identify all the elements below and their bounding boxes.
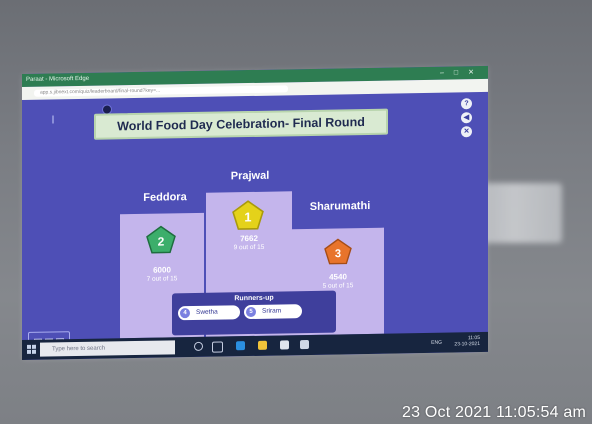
podium-score-first: 7662: [240, 233, 258, 244]
svg-text:3: 3: [335, 248, 341, 260]
taskbar-search-input[interactable]: Type here to search: [40, 340, 175, 357]
runner-up-item: 4 Swetha: [178, 305, 240, 321]
close-icon[interactable]: ✕: [468, 69, 484, 76]
podium-score-second: 6000: [153, 265, 171, 275]
runner-up-name: Sriram: [262, 307, 282, 315]
podium-score-third: 4540: [329, 272, 347, 282]
maximize-icon[interactable]: □: [454, 69, 468, 76]
edge-icon[interactable]: [236, 341, 245, 351]
runner-up-item: 5 Sriram: [244, 304, 302, 320]
task-view-icon[interactable]: [212, 341, 223, 353]
file-explorer-icon[interactable]: [258, 340, 267, 350]
runners-up-panel: Runners-up 4 Swetha 5 Sriram: [172, 290, 336, 336]
windows-start-icon[interactable]: [27, 344, 36, 354]
second-place-badge-icon: 2: [146, 225, 176, 254]
podium-detail-first: 9 out of 15: [233, 243, 265, 252]
quiz-leaderboard: World Food Day Celebration- Final Round …: [22, 92, 488, 356]
page-title: World Food Day Celebration- Final Round: [94, 108, 388, 140]
first-place-badge-icon: 1: [232, 200, 264, 230]
help-icon[interactable]: ?: [461, 98, 472, 110]
podium-name-third: Sharumathi: [309, 199, 371, 213]
svg-text:2: 2: [158, 235, 165, 249]
mail-icon[interactable]: [300, 339, 309, 350]
third-place-badge-icon: 3: [324, 238, 352, 265]
podium-name-first: Prajwal: [230, 169, 270, 183]
minimize-icon[interactable]: –: [440, 69, 454, 76]
cortana-icon[interactable]: [194, 341, 203, 351]
runner-up-name: Swetha: [196, 308, 218, 316]
runners-up-heading: Runners-up: [234, 294, 274, 303]
clock-date: 23-10-2021: [454, 341, 480, 348]
tray-language[interactable]: ENG: [431, 340, 442, 346]
window-title: Paraat - Microsoft Edge: [26, 75, 90, 83]
podium-detail-second: 7 out of 15: [146, 275, 178, 283]
projected-screen: Paraat - Microsoft Edge –□✕ app.s.jibnex…: [22, 65, 488, 360]
back-icon[interactable]: ◀: [461, 112, 472, 124]
cursor-mark: [52, 115, 54, 124]
podium-detail-third: 5 out of 15: [322, 282, 354, 290]
store-icon[interactable]: [280, 340, 289, 350]
svg-text:1: 1: [244, 209, 251, 224]
exit-icon[interactable]: ✕: [461, 126, 472, 138]
rank-circle-icon: 5: [246, 306, 256, 318]
photo-timestamp: 23 Oct 2021 11:05:54 am: [402, 404, 586, 421]
taskbar-clock[interactable]: 11:05 23-10-2021: [454, 335, 480, 347]
window-controls[interactable]: –□✕: [440, 66, 484, 80]
podium-name-second: Feddora: [143, 191, 187, 204]
rank-circle-icon: 4: [180, 308, 190, 319]
